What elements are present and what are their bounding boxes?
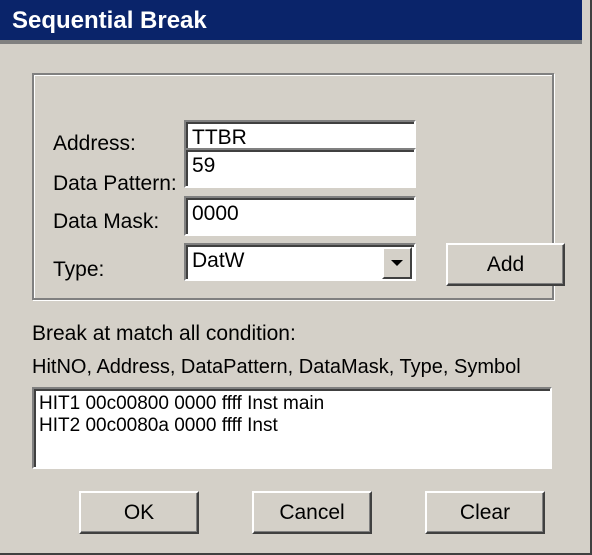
dialog-title: Sequential Break — [12, 7, 207, 34]
data-mask-field[interactable]: 0000 — [184, 196, 416, 236]
address-label: Address: — [53, 132, 136, 155]
chevron-down-icon — [391, 260, 403, 266]
data-pattern-field[interactable]: 59 — [184, 148, 416, 188]
data-pattern-label: Data Pattern: — [53, 172, 177, 195]
ok-button[interactable]: OK — [79, 491, 199, 534]
type-dropdown-button[interactable] — [382, 247, 412, 279]
clear-button[interactable]: Clear — [425, 491, 545, 534]
data-mask-label: Data Mask: — [53, 210, 160, 233]
cancel-button[interactable]: Cancel — [252, 491, 372, 534]
hit-list[interactable]: HIT1 00c00800 0000 ffff Inst main HIT2 0… — [32, 387, 552, 469]
sequential-break-dialog: Sequential Break Address: TTBR Data Patt… — [0, 0, 592, 555]
type-select[interactable]: DatW — [184, 243, 416, 281]
columns-header-text: HitNO, Address, DataPattern, DataMask, T… — [32, 356, 521, 378]
hit-list-item[interactable]: HIT1 00c00800 0000 ffff Inst main — [39, 393, 550, 415]
type-selected-value: DatW — [192, 249, 245, 272]
type-label: Type: — [53, 258, 105, 281]
condition-text: Break at match all condition: — [32, 322, 296, 345]
title-bar[interactable]: Sequential Break — [0, 0, 582, 44]
add-button[interactable]: Add — [446, 243, 565, 286]
hit-list-item[interactable]: HIT2 00c0080a 0000 ffff Inst — [39, 415, 550, 437]
